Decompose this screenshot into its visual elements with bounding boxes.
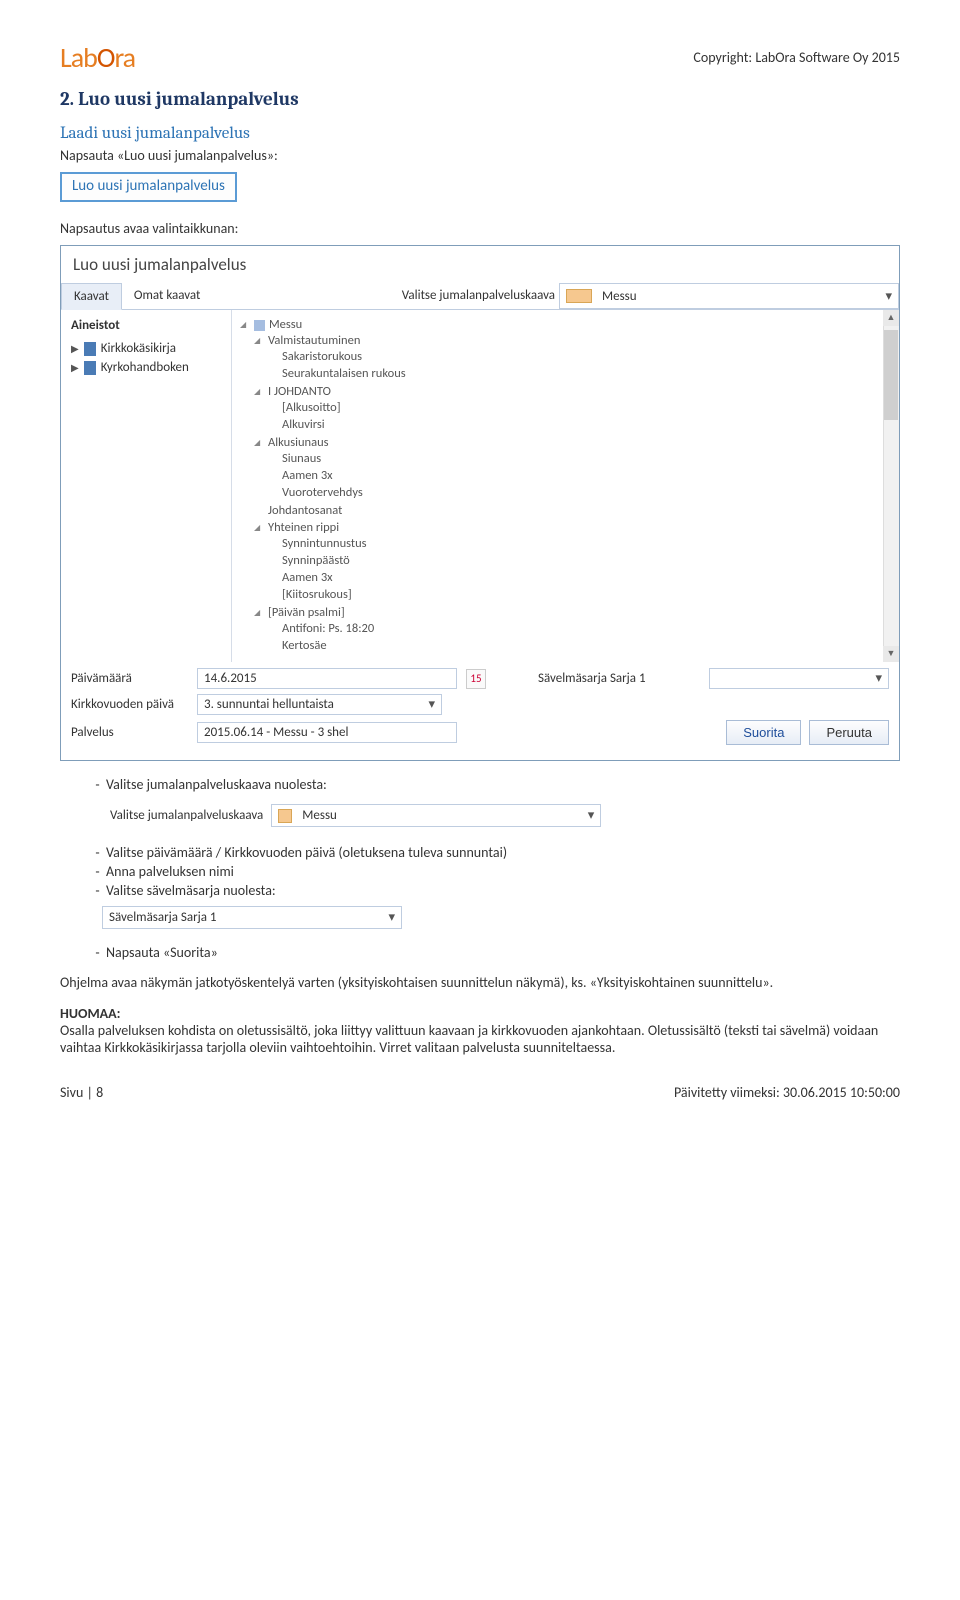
sarja-label: Sävelmäsarja Sarja 1	[538, 671, 646, 686]
note: HUOMAA:Osalla palveluksen kohdista on ol…	[60, 1005, 900, 1056]
tab-omat-kaavat[interactable]: Omat kaavat	[122, 283, 212, 309]
chevron-down-icon: ▾	[879, 289, 898, 304]
date-input[interactable]: 14.6.2015	[197, 668, 457, 689]
tree-node[interactable]: ValmistautuminenSakaristorukousSeurakunt…	[254, 332, 891, 383]
suorita-button[interactable]: Suorita	[726, 720, 801, 745]
last-updated: Päivitetty viimeksi: 30.06.2015 10:50:00	[674, 1084, 900, 1101]
template-icon	[278, 809, 292, 823]
tree-node[interactable]: Aamen 3x	[268, 569, 891, 586]
kaava-dropdown-inline[interactable]: Messu ▾	[271, 804, 601, 827]
sidebar-item[interactable]: ▶Kirkkokäsikirja	[71, 339, 221, 358]
dialog-tabs: Kaavat Omat kaavat Valitse jumalanpalvel…	[61, 283, 899, 310]
bullet-item: Valitse jumalanpalveluskaava nuolesta:	[106, 775, 900, 794]
tree-node[interactable]: AlkusiunausSiunausAamen 3xVuorotervehdys	[254, 434, 891, 502]
copyright: Copyright: LabOra Software Oy 2015	[60, 49, 900, 66]
date-label: Päivämäärä	[71, 671, 191, 686]
expand-icon: ▶	[71, 342, 79, 355]
sidebar-heading: Aineistot	[71, 318, 221, 333]
inline-select-label: Valitse jumalanpalveluskaava	[110, 808, 263, 823]
dialog-footer: Päivämäärä 14.6.2015 15 Sävelmäsarja Sar…	[61, 662, 899, 760]
template-tree: ▲▼ MessuValmistautuminenSakaristorukousS…	[231, 310, 899, 662]
section-heading: 2. Luo uusi jumalanpalvelus	[60, 88, 900, 110]
flag-icon	[254, 320, 265, 331]
palvelus-label: Palvelus	[71, 725, 191, 740]
template-icon	[566, 289, 592, 303]
tree-node[interactable]: I JOHDANTO[Alkusoitto]Alkuvirsi	[254, 383, 891, 434]
book-icon	[84, 361, 96, 375]
kirkkovuoden-label: Kirkkovuoden päivä	[71, 697, 191, 712]
tree-node[interactable]: MessuValmistautuminenSakaristorukousSeur…	[240, 316, 891, 656]
tree-node[interactable]: Synninpäästö	[268, 552, 891, 569]
tree-node[interactable]: [Päivän psalmi]Antifoni: Ps. 18:20Kertos…	[254, 604, 891, 655]
tree-node[interactable]: Siunaus	[268, 450, 891, 467]
page-footer: Sivu | 8 Päivitetty viimeksi: 30.06.2015…	[60, 1084, 900, 1101]
create-service-dialog: Luo uusi jumalanpalvelus Kaavat Omat kaa…	[60, 245, 900, 761]
tab-kaavat[interactable]: Kaavat	[61, 283, 122, 310]
sarja-value: Sävelmäsarja Sarja 1	[109, 910, 217, 925]
tree-node[interactable]: Alkuvirsi	[268, 416, 891, 433]
bullet-item: Valitse sävelmäsarja nuolesta:	[106, 881, 900, 900]
chevron-down-icon: ▾	[582, 808, 601, 823]
sidebar-aineistot: Aineistot ▶Kirkkokäsikirja ▶Kyrkohandbok…	[61, 310, 231, 662]
instruction-text: Napsautus avaa valintaikkunan:	[60, 220, 900, 237]
tree-node[interactable]: Yhteinen rippiSynnintunnustusSynninpääst…	[254, 519, 891, 604]
dialog-title: Luo uusi jumalanpalvelus	[61, 246, 899, 283]
tree-node[interactable]: Aamen 3x	[268, 467, 891, 484]
sidebar-item[interactable]: ▶Kyrkohandboken	[71, 358, 221, 377]
create-service-button[interactable]: Luo uusi jumalanpalvelus	[60, 172, 237, 202]
tree-node[interactable]: Seurakuntalaisen rukous	[268, 365, 891, 382]
chevron-down-icon: ▾	[875, 671, 882, 686]
kaava-value: Messu	[598, 286, 879, 307]
tree-node[interactable]: [Kiitosrukous]	[268, 586, 891, 603]
section-subheading: Laadi uusi jumalanpalvelus	[60, 124, 900, 143]
expand-icon: ▶	[71, 361, 79, 374]
bullet-item: Valitse päivämäärä / Kirkkovuoden päivä …	[106, 843, 900, 862]
kaava-select-label: Valitse jumalanpalveluskaava	[390, 283, 559, 309]
kaava-dropdown[interactable]: Messu ▾	[559, 283, 899, 309]
paragraph: Ohjelma avaa näkymän jatkotyöskentelyä v…	[60, 974, 900, 991]
peruuta-button[interactable]: Peruuta	[809, 720, 889, 745]
palvelus-input[interactable]: 2015.06.14 - Messu - 3 shel	[197, 722, 457, 743]
kaava-value: Messu	[298, 805, 581, 826]
tree-node[interactable]: Vuorotervehdys	[268, 484, 891, 501]
tree-node[interactable]: [Alkusoitto]	[268, 399, 891, 416]
bullet-item: Anna palveluksen nimi	[106, 862, 900, 881]
page-number: Sivu | 8	[60, 1084, 103, 1101]
calendar-icon[interactable]: 15	[466, 669, 486, 689]
sarja-dropdown[interactable]: ▾	[709, 668, 889, 689]
tree-node[interactable]: Kertosäe	[268, 637, 891, 654]
kirkkovuoden-dropdown[interactable]: 3. sunnuntai helluntaista▾	[197, 694, 442, 715]
tree-node[interactable]: Johdantosanat	[254, 502, 891, 519]
chevron-down-icon: ▾	[388, 910, 395, 925]
tree-node[interactable]: Synnintunnustus	[268, 535, 891, 552]
instruction-text: Napsauta «Luo uusi jumalanpalvelus»:	[60, 147, 900, 164]
bullet-item: Napsauta «Suorita»	[106, 943, 900, 962]
book-icon	[84, 342, 96, 356]
tree-node[interactable]: Sakaristorukous	[268, 348, 891, 365]
tree-node[interactable]: Antifoni: Ps. 18:20	[268, 620, 891, 637]
sarja-dropdown-inline[interactable]: Sävelmäsarja Sarja 1 ▾	[102, 906, 402, 929]
chevron-down-icon: ▾	[428, 697, 435, 712]
